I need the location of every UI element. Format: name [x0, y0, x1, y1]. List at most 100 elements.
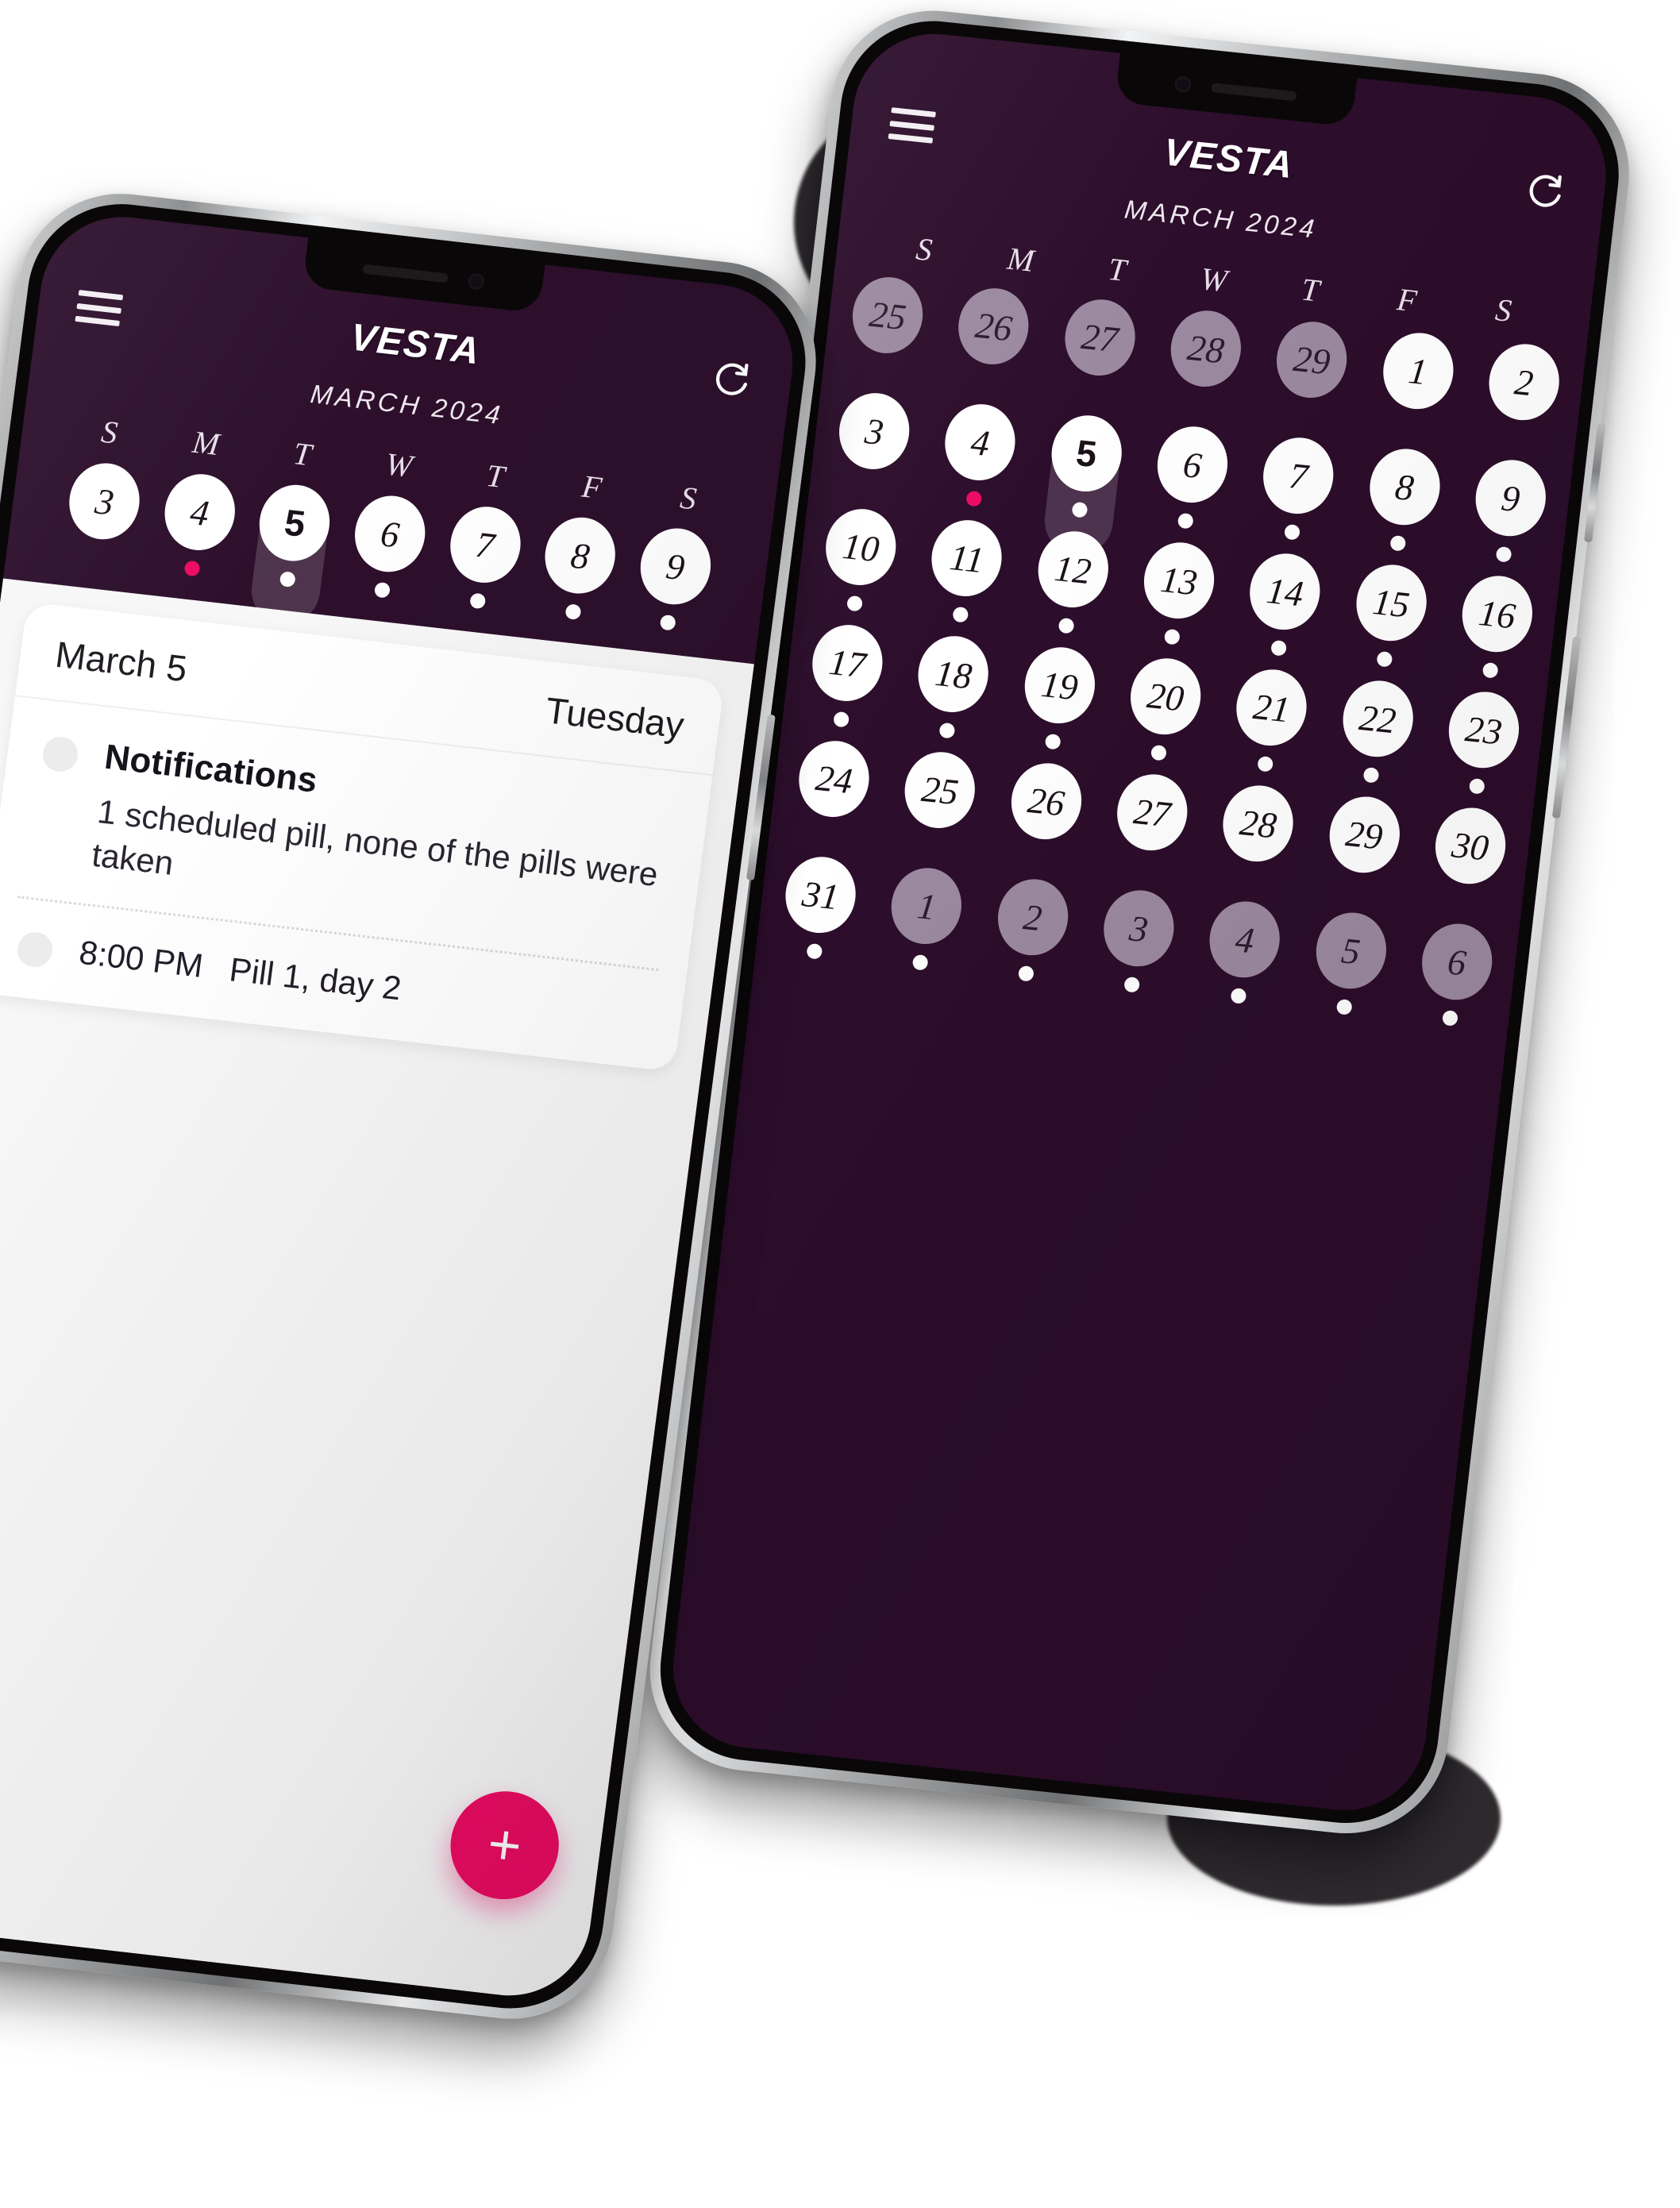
- calendar-day-29[interactable]: 29: [1251, 316, 1369, 429]
- day-ball-wrapper: 24: [792, 737, 873, 846]
- calendar-day-1[interactable]: 1: [866, 862, 984, 975]
- day-ball-wrapper: 28: [1216, 781, 1298, 891]
- weekday-label-2: T: [291, 435, 314, 473]
- refresh-icon[interactable]: [1520, 168, 1568, 215]
- calendar-day-29[interactable]: 29: [1304, 792, 1421, 904]
- hamburger-icon[interactable]: [888, 107, 936, 144]
- calendar-day-6[interactable]: 6: [1132, 421, 1250, 534]
- calendar-day-23[interactable]: 23: [1424, 687, 1541, 800]
- scheduled-dot-icon: [1058, 617, 1075, 634]
- day-ball-wrapper: 8: [538, 514, 620, 623]
- no-dot-placeholder: [873, 364, 889, 380]
- no-dot-placeholder: [1191, 397, 1208, 414]
- month-calendar-grid[interactable]: 25 26 27 28 29 1 2 3 4 5 6 7 8 9 10 11 12 13 14 15 16 17 18 19 2…: [756, 272, 1586, 1032]
- calendar-day-24[interactable]: 24: [774, 735, 892, 848]
- calendar-day-9[interactable]: 9: [619, 523, 727, 636]
- no-dot-placeholder: [89, 549, 106, 566]
- calendar-day-27[interactable]: 27: [1092, 769, 1209, 882]
- day-ball-wrapper: 5: [1040, 411, 1126, 558]
- calendar-day-25[interactable]: 25: [880, 746, 997, 859]
- day-number: 1: [1378, 329, 1458, 413]
- calendar-day-7[interactable]: 7: [1238, 433, 1355, 545]
- detail-day-of-week: Tuesday: [543, 689, 687, 746]
- calendar-day-8[interactable]: 8: [1344, 444, 1462, 557]
- calendar-day-25[interactable]: 25: [827, 272, 945, 384]
- hamburger-icon[interactable]: [75, 290, 124, 327]
- calendar-day-2[interactable]: 2: [973, 874, 1090, 987]
- scheduled-dot-icon: [1270, 639, 1287, 657]
- screenshot-stage: VESTA MARCH 2024 SMTWTFS 25 26 27 28 29 1 2 3 4 5: [0, 0, 1680, 2208]
- calendar-day-3[interactable]: 3: [1078, 885, 1196, 998]
- day-ball-wrapper: 5: [248, 481, 335, 628]
- day-ball-wrapper: 8: [1362, 445, 1444, 554]
- calendar-day-6[interactable]: 6: [1397, 919, 1514, 1031]
- day-ball-wrapper: 19: [1018, 643, 1099, 753]
- scheduled-dot-icon: [938, 722, 956, 739]
- calendar-day-31[interactable]: 31: [761, 851, 878, 964]
- day-number: 2: [1485, 340, 1563, 424]
- calendar-day-3[interactable]: 3: [48, 458, 156, 571]
- calendar-day-21[interactable]: 21: [1212, 665, 1329, 777]
- scheduled-dot-icon: [805, 942, 823, 960]
- calendar-day-4[interactable]: 4: [144, 469, 252, 582]
- day-number: 27: [1112, 770, 1192, 854]
- calendar-day-26[interactable]: 26: [934, 283, 1051, 395]
- app-month-view: VESTA MARCH 2024 SMTWTFS 25 26 27 28 29 1 2 3 4 5: [665, 26, 1614, 1818]
- calendar-day-22[interactable]: 22: [1317, 676, 1435, 788]
- day-ball-wrapper: 17: [805, 621, 887, 730]
- calendar-day-30[interactable]: 30: [1410, 803, 1528, 915]
- calendar-day-17[interactable]: 17: [787, 619, 904, 732]
- calendar-day-6[interactable]: 6: [334, 491, 442, 603]
- calendar-day-13[interactable]: 13: [1119, 537, 1236, 649]
- calendar-day-19[interactable]: 19: [1000, 642, 1117, 754]
- day-ball-wrapper: 11: [925, 516, 1007, 626]
- calendar-day-9[interactable]: 9: [1451, 455, 1568, 568]
- calendar-day-28[interactable]: 28: [1198, 780, 1316, 893]
- scheduled-dot-icon: [1376, 650, 1393, 668]
- day-number: 30: [1431, 804, 1510, 888]
- calendar-day-7[interactable]: 7: [430, 502, 538, 615]
- calendar-day-4[interactable]: 4: [920, 399, 1038, 511]
- add-entry-button[interactable]: +: [444, 1786, 565, 1906]
- calendar-day-5[interactable]: 5: [239, 480, 347, 628]
- day-number: 15: [1351, 561, 1431, 645]
- scheduled-dot-icon: [1362, 766, 1380, 784]
- calendar-day-5[interactable]: 5: [1290, 907, 1408, 1020]
- day-number: 29: [1325, 793, 1404, 877]
- calendar-day-12[interactable]: 12: [1012, 526, 1130, 638]
- day-number: 6: [1153, 422, 1232, 507]
- earpiece-speaker: [1211, 83, 1297, 102]
- no-dot-placeholder: [1509, 430, 1526, 447]
- no-dot-placeholder: [1350, 883, 1366, 900]
- refresh-icon[interactable]: [707, 356, 755, 404]
- earpiece-speaker: [362, 264, 449, 283]
- day-number: 28: [1166, 306, 1246, 391]
- calendar-day-28[interactable]: 28: [1146, 305, 1263, 418]
- calendar-day-16[interactable]: 16: [1437, 571, 1555, 684]
- calendar-day-2[interactable]: 2: [1463, 339, 1581, 452]
- mute-switch-front[interactable]: [0, 441, 1, 499]
- calendar-day-4[interactable]: 4: [1185, 896, 1302, 1009]
- scheduled-dot-icon: [1164, 628, 1181, 645]
- calendar-day-5[interactable]: 5: [1026, 410, 1143, 558]
- calendar-day-20[interactable]: 20: [1105, 653, 1223, 766]
- day-number: 10: [822, 505, 900, 589]
- day-number: 27: [1060, 295, 1139, 380]
- day-ball-wrapper: 25: [846, 273, 927, 383]
- calendar-day-3[interactable]: 3: [814, 387, 931, 500]
- calendar-day-8[interactable]: 8: [524, 512, 632, 625]
- calendar-day-15[interactable]: 15: [1331, 560, 1448, 672]
- calendar-day-26[interactable]: 26: [986, 758, 1104, 871]
- calendar-day-10[interactable]: 10: [800, 503, 918, 616]
- calendar-day-18[interactable]: 18: [893, 630, 1011, 743]
- day-detail-sheet: March 5 Tuesday Notifications 1 schedule…: [0, 578, 754, 2005]
- weekday-label-4: T: [484, 457, 507, 495]
- no-dot-placeholder: [819, 827, 836, 844]
- calendar-day-27[interactable]: 27: [1039, 294, 1157, 407]
- calendar-day-14[interactable]: 14: [1225, 549, 1343, 661]
- calendar-day-11[interactable]: 11: [907, 514, 1024, 627]
- weekday-label-0: S: [99, 413, 120, 451]
- day-ball-wrapper: 6: [347, 491, 430, 602]
- calendar-day-1[interactable]: 1: [1358, 328, 1475, 441]
- day-number: 23: [1444, 688, 1524, 772]
